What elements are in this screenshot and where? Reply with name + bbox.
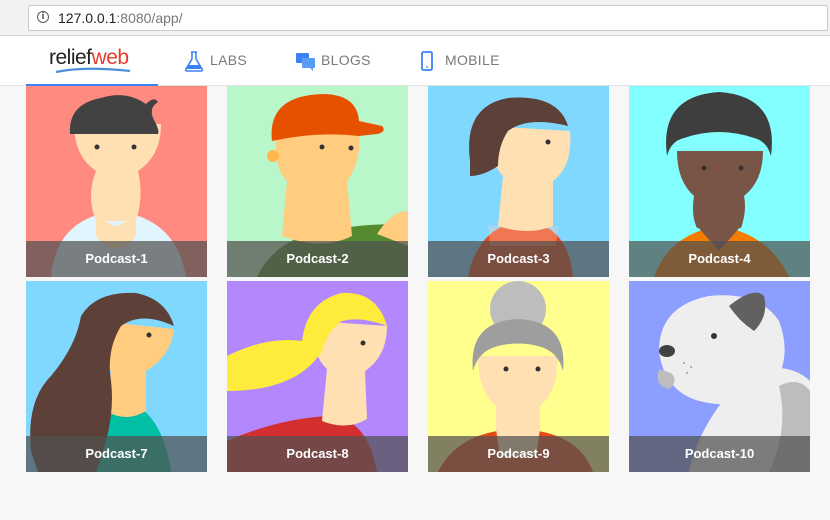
podcast-title: Podcast-4 — [629, 241, 810, 277]
podcast-card-7[interactable]: Podcast-7 — [26, 281, 207, 472]
podcast-title: Podcast-3 — [428, 241, 609, 277]
mobile-phone-icon — [421, 51, 433, 71]
podcast-card-10[interactable]: Podcast-10 — [629, 281, 810, 472]
nav-item-label: MOBILE — [445, 52, 500, 68]
podcast-title: Podcast-1 — [26, 241, 207, 277]
top-navbar: reliefweb LABS BLOGS MOBILE — [0, 36, 830, 86]
logo-swoosh-icon — [55, 67, 131, 74]
nav-item-label: BLOGS — [321, 52, 371, 68]
url-path: :8080/app/ — [116, 10, 183, 26]
reliefweb-logo-tab[interactable]: reliefweb — [26, 36, 158, 86]
url-field[interactable]: i 127.0.0.1:8080/app/ — [28, 5, 828, 31]
nav-item-blogs[interactable]: BLOGS — [296, 52, 371, 71]
url-host: 127.0.0.1 — [58, 10, 117, 26]
chat-bubbles-icon — [296, 53, 315, 71]
flask-icon — [184, 51, 204, 72]
browser-address-bar: i 127.0.0.1:8080/app/ — [0, 0, 830, 36]
podcast-title: Podcast-9 — [428, 436, 609, 472]
podcast-title: Podcast-2 — [227, 241, 408, 277]
podcast-title: Podcast-10 — [629, 436, 810, 472]
podcast-card-9[interactable]: Podcast-9 — [428, 281, 609, 472]
info-icon[interactable]: i — [37, 11, 49, 23]
url-text: 127.0.0.1:8080/app/ — [58, 10, 183, 26]
nav-item-label: LABS — [210, 52, 247, 68]
podcast-card-2[interactable]: Podcast-2 — [227, 86, 408, 277]
podcast-card-4[interactable]: Podcast-4 — [629, 86, 810, 277]
nav-item-mobile[interactable]: MOBILE — [421, 51, 500, 71]
podcast-card-8[interactable]: Podcast-8 — [227, 281, 408, 472]
podcast-card-1[interactable]: Podcast-1 — [26, 86, 207, 277]
nav-item-labs[interactable]: LABS — [184, 51, 247, 72]
podcast-title: Podcast-8 — [227, 436, 408, 472]
podcast-card-3[interactable]: Podcast-3 — [428, 86, 609, 277]
podcast-title: Podcast-7 — [26, 436, 207, 472]
